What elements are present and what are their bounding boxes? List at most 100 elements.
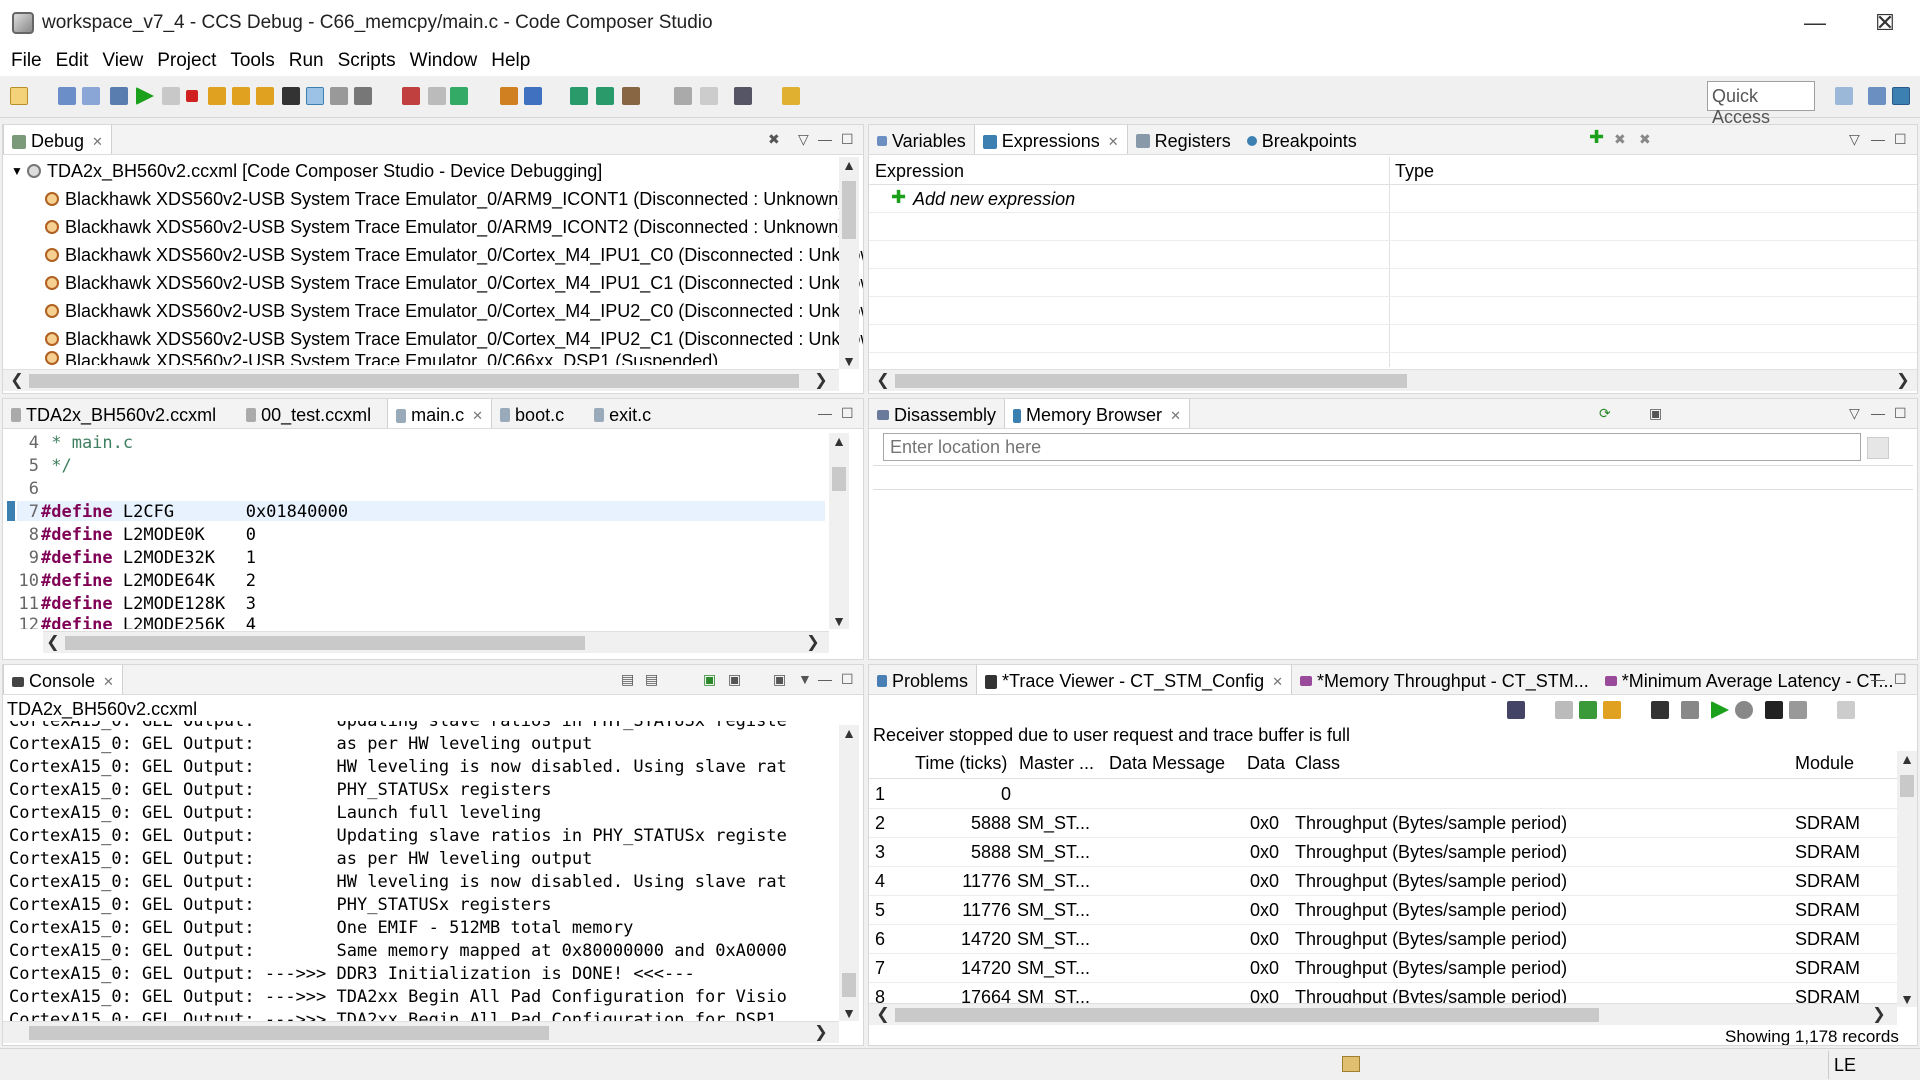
pin-trace-icon[interactable] [1837, 701, 1855, 719]
view-menu-icon[interactable]: ▽ [1849, 405, 1860, 422]
col-time[interactable]: Time (ticks) [915, 753, 1007, 774]
reset-icon[interactable] [354, 87, 372, 105]
columns-icon[interactable] [1555, 701, 1573, 719]
scroll-thumb[interactable] [29, 374, 799, 388]
table-row[interactable]: 3 5888 SM_ST... 0x0 Throughput (Bytes/sample… [869, 838, 1897, 867]
run-to-line-icon[interactable] [524, 87, 542, 105]
close-icon[interactable]: ✕ [103, 674, 114, 690]
tab-boot-c[interactable]: boot.c [492, 399, 572, 428]
menu-run[interactable]: Run [282, 50, 331, 72]
save-icon[interactable] [58, 87, 76, 105]
debug-root[interactable]: ▼ TDA2x_BH560v2.ccxml [Code Composer Stu… [11, 157, 602, 185]
menu-edit[interactable]: Edit [49, 50, 96, 72]
col-data[interactable]: Data [1247, 753, 1285, 774]
maximize-view-icon[interactable]: ☐ [841, 131, 854, 148]
editor-vscroll[interactable]: ▲ ▼ [829, 433, 849, 629]
scroll-left-icon[interactable]: ❮ [7, 370, 27, 390]
pin-console-icon[interactable]: ▣ [703, 671, 716, 688]
tab-registers[interactable]: Registers [1128, 125, 1239, 154]
scroll-left-icon[interactable]: ❮ [873, 370, 893, 390]
maximize-view-icon[interactable]: ☐ [841, 671, 854, 688]
remove-all-icon[interactable]: ✖ [1639, 131, 1651, 148]
tab-main-c[interactable]: main.c ✕ [387, 399, 493, 428]
maximize-view-icon[interactable]: ☐ [1894, 671, 1907, 688]
scroll-down-icon[interactable]: ▼ [1897, 991, 1917, 1007]
view-menu-icon[interactable]: ▽ [1849, 131, 1860, 148]
search-icon[interactable] [674, 87, 692, 105]
col-expression[interactable]: Expression [875, 161, 964, 182]
breakpoint-icon[interactable] [402, 87, 420, 105]
quick-access-field[interactable]: Quick Access [1707, 81, 1815, 127]
scroll-right-icon[interactable]: ❯ [811, 370, 831, 390]
scroll-up-icon[interactable]: ▲ [829, 433, 849, 449]
scroll-down-icon[interactable]: ▼ [839, 1005, 859, 1021]
scroll-thumb[interactable] [1900, 775, 1914, 797]
scroll-right-icon[interactable]: ❯ [1893, 370, 1913, 390]
scroll-up-icon[interactable]: ▲ [839, 725, 859, 741]
debug-item[interactable]: Blackhawk XDS560v2-USB System Trace Emul… [45, 185, 844, 213]
view-menu-icon[interactable]: ▽ [798, 131, 809, 148]
tab-variables[interactable]: Variables [869, 125, 974, 154]
table-icon[interactable] [1651, 701, 1669, 719]
debug-item[interactable]: Blackhawk XDS560v2-USB System Trace Emul… [45, 269, 863, 297]
grid-icon[interactable] [282, 87, 300, 105]
table-row[interactable]: 4 11776 SM_ST... 0x0 Throughput (Bytes/sampl… [869, 867, 1897, 896]
add-icon[interactable]: ✚ [1589, 127, 1604, 148]
close-icon[interactable]: ✕ [92, 134, 103, 150]
connect-icon[interactable] [330, 87, 348, 105]
minimize-view-icon[interactable]: — [818, 671, 832, 687]
location-input[interactable] [883, 433, 1861, 461]
scroll-up-icon[interactable]: ▲ [839, 157, 859, 173]
scroll-thumb[interactable] [842, 181, 856, 239]
save-trace-icon[interactable] [1681, 701, 1699, 719]
step-asm-icon[interactable] [570, 87, 588, 105]
debug-vscroll[interactable]: ▲ ▼ [839, 157, 859, 369]
start-receiver-icon[interactable] [1711, 701, 1729, 719]
menu-window[interactable]: Window [403, 50, 485, 72]
maximize-view-icon[interactable]: ☐ [1894, 131, 1907, 148]
build-icon[interactable] [622, 87, 640, 105]
minimize-view-icon[interactable]: — [1871, 405, 1885, 421]
open-console-icon[interactable]: ▣ [773, 671, 786, 688]
group-icon[interactable] [1579, 701, 1597, 719]
refresh-icon[interactable]: ⟳ [1599, 405, 1611, 422]
tab-ccxml[interactable]: TDA2x_BH560v2.ccxml [3, 399, 224, 428]
step-into-icon[interactable] [208, 87, 226, 105]
debug-view-icon[interactable] [110, 87, 128, 105]
close-icon[interactable]: ✕ [472, 408, 483, 424]
code-area[interactable]: 4 * main.c 5 */ 6 7 #define L2CFG 0x01840… [3, 429, 833, 630]
col-module[interactable]: Module [1795, 753, 1854, 774]
new-icon[interactable] [10, 87, 28, 105]
tab-min-latency[interactable]: *Minimum Average Latency - CT... [1597, 665, 1902, 694]
debug-hscroll[interactable]: ❮ ❯ [3, 369, 839, 391]
step-over-icon[interactable] [232, 87, 250, 105]
remove-icon[interactable]: ✖ [1614, 131, 1626, 148]
table-row[interactable]: 5 11776 SM_ST... 0x0 Throughput (Bytes/sampl… [869, 896, 1897, 925]
tab-memory-throughput[interactable]: *Memory Throughput - CT_STM... [1292, 665, 1597, 694]
scroll-thumb[interactable] [29, 1026, 549, 1040]
stop-receiver-icon[interactable] [1735, 701, 1753, 719]
display-console-icon[interactable]: ▣ [728, 671, 741, 688]
close-button[interactable]: ✕ [1850, 0, 1920, 46]
remove-terminated-icon[interactable]: ✖ [768, 131, 780, 148]
analysis-icon[interactable] [1507, 701, 1525, 719]
col-class[interactable]: Class [1295, 753, 1340, 774]
col-type[interactable]: Type [1395, 161, 1434, 182]
tab-debug[interactable]: Debug ✕ [3, 125, 112, 154]
scroll-right-icon[interactable]: ❯ [811, 1022, 831, 1042]
tab-disassembly[interactable]: Disassembly [869, 399, 1004, 428]
save-memory-icon[interactable]: ▣ [1649, 405, 1662, 422]
table-row[interactable]: 7 14720 SM_ST... 0x0 Throughput (Bytes/sampl… [869, 954, 1897, 983]
debug-item[interactable]: Blackhawk XDS560v2-USB System Trace Emul… [45, 297, 863, 325]
close-icon[interactable]: ✕ [1108, 134, 1119, 150]
clear-console-icon[interactable]: ▤ [621, 671, 634, 688]
minimize-view-icon[interactable]: — [818, 131, 832, 147]
tab-test-ccxml[interactable]: 00_test.ccxml [238, 399, 379, 428]
save-all-icon[interactable] [82, 87, 100, 105]
table-row[interactable]: 6 14720 SM_ST... 0x0 Throughput (Bytes/sampl… [869, 925, 1897, 954]
settings-icon[interactable] [734, 87, 752, 105]
pin-icon[interactable] [782, 87, 800, 105]
menu-help[interactable]: Help [484, 50, 537, 72]
close-icon[interactable]: ✕ [1170, 408, 1181, 424]
scroll-thumb[interactable] [65, 636, 585, 650]
